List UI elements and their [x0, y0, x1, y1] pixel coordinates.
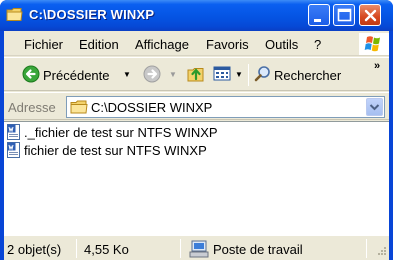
address-dropdown-button[interactable]: [366, 98, 383, 116]
back-button-label: Précédente: [43, 68, 110, 83]
text-document-icon: [7, 142, 20, 158]
menu-affichage[interactable]: Affichage: [135, 37, 189, 52]
toolbar-overflow-chevron-icon[interactable]: »: [374, 60, 380, 72]
resize-grip-icon[interactable]: [375, 246, 387, 258]
windows-logo-icon: [364, 36, 380, 52]
views-dropdown-arrow-icon[interactable]: ▼: [235, 70, 243, 79]
back-arrow-icon: [22, 65, 40, 83]
back-dropdown-arrow-icon[interactable]: ▼: [123, 70, 131, 79]
folder-icon: [70, 100, 88, 114]
text-document-icon: [7, 124, 20, 140]
status-bar: 2 objet(s) 4,55 Ko Poste de travail: [4, 235, 389, 260]
window-frame-right: [389, 31, 393, 260]
views-icon[interactable]: [213, 66, 233, 82]
menu-outils[interactable]: Outils: [265, 37, 298, 52]
chevron-down-icon: [369, 104, 380, 111]
status-separator: [180, 239, 181, 258]
folder-icon: [6, 8, 23, 21]
close-button[interactable]: [359, 4, 381, 26]
explorer-window: C:\DOSSIER WINXP Fichier Edition Afficha…: [0, 0, 393, 260]
forward-arrow-icon[interactable]: [143, 65, 161, 83]
title-bar[interactable]: C:\DOSSIER WINXP: [0, 0, 393, 31]
standard-toolbar: Précédente ▼ ▼ ▼ Rechercher »: [4, 57, 389, 91]
search-button-label: Rechercher: [274, 68, 342, 83]
status-object-count: 2 objet(s): [7, 242, 62, 257]
status-separator: [76, 239, 77, 258]
menu-fichier[interactable]: Fichier: [24, 37, 63, 52]
minimize-icon: [314, 19, 321, 22]
toolbar-separator: [248, 64, 249, 86]
address-label: Adresse: [8, 100, 56, 115]
file-list[interactable]: ._fichier de test sur NTFS WINXP fichier…: [4, 121, 389, 235]
search-magnifier-icon: [254, 66, 270, 82]
status-size: 4,55 Ko: [84, 242, 129, 257]
menu-favoris[interactable]: Favoris: [206, 37, 249, 52]
window-title: C:\DOSSIER WINXP: [29, 7, 155, 22]
window-client-area: Fichier Edition Affichage Favoris Outils…: [4, 31, 389, 260]
up-folder-icon[interactable]: [186, 64, 206, 84]
status-location: Poste de travail: [213, 242, 303, 257]
maximize-icon: [337, 8, 352, 22]
address-input[interactable]: C:\DOSSIER WINXP: [66, 96, 385, 118]
minimize-button[interactable]: [308, 4, 330, 26]
menu-edition[interactable]: Edition: [79, 37, 119, 52]
file-name: fichier de test sur NTFS WINXP: [24, 143, 207, 158]
close-icon: [364, 9, 377, 22]
address-bar: Adresse C:\DOSSIER WINXP: [4, 92, 389, 120]
my-computer-icon: [189, 240, 209, 258]
forward-dropdown-arrow-icon[interactable]: ▼: [169, 70, 177, 79]
windows-logo-box: [359, 33, 389, 55]
menu-help[interactable]: ?: [314, 37, 321, 52]
file-name: ._fichier de test sur NTFS WINXP: [24, 125, 218, 140]
address-value: C:\DOSSIER WINXP: [91, 100, 213, 115]
maximize-button[interactable]: [333, 4, 355, 26]
menu-bar: Fichier Edition Affichage Favoris Outils…: [4, 31, 389, 56]
status-separator: [366, 239, 367, 258]
